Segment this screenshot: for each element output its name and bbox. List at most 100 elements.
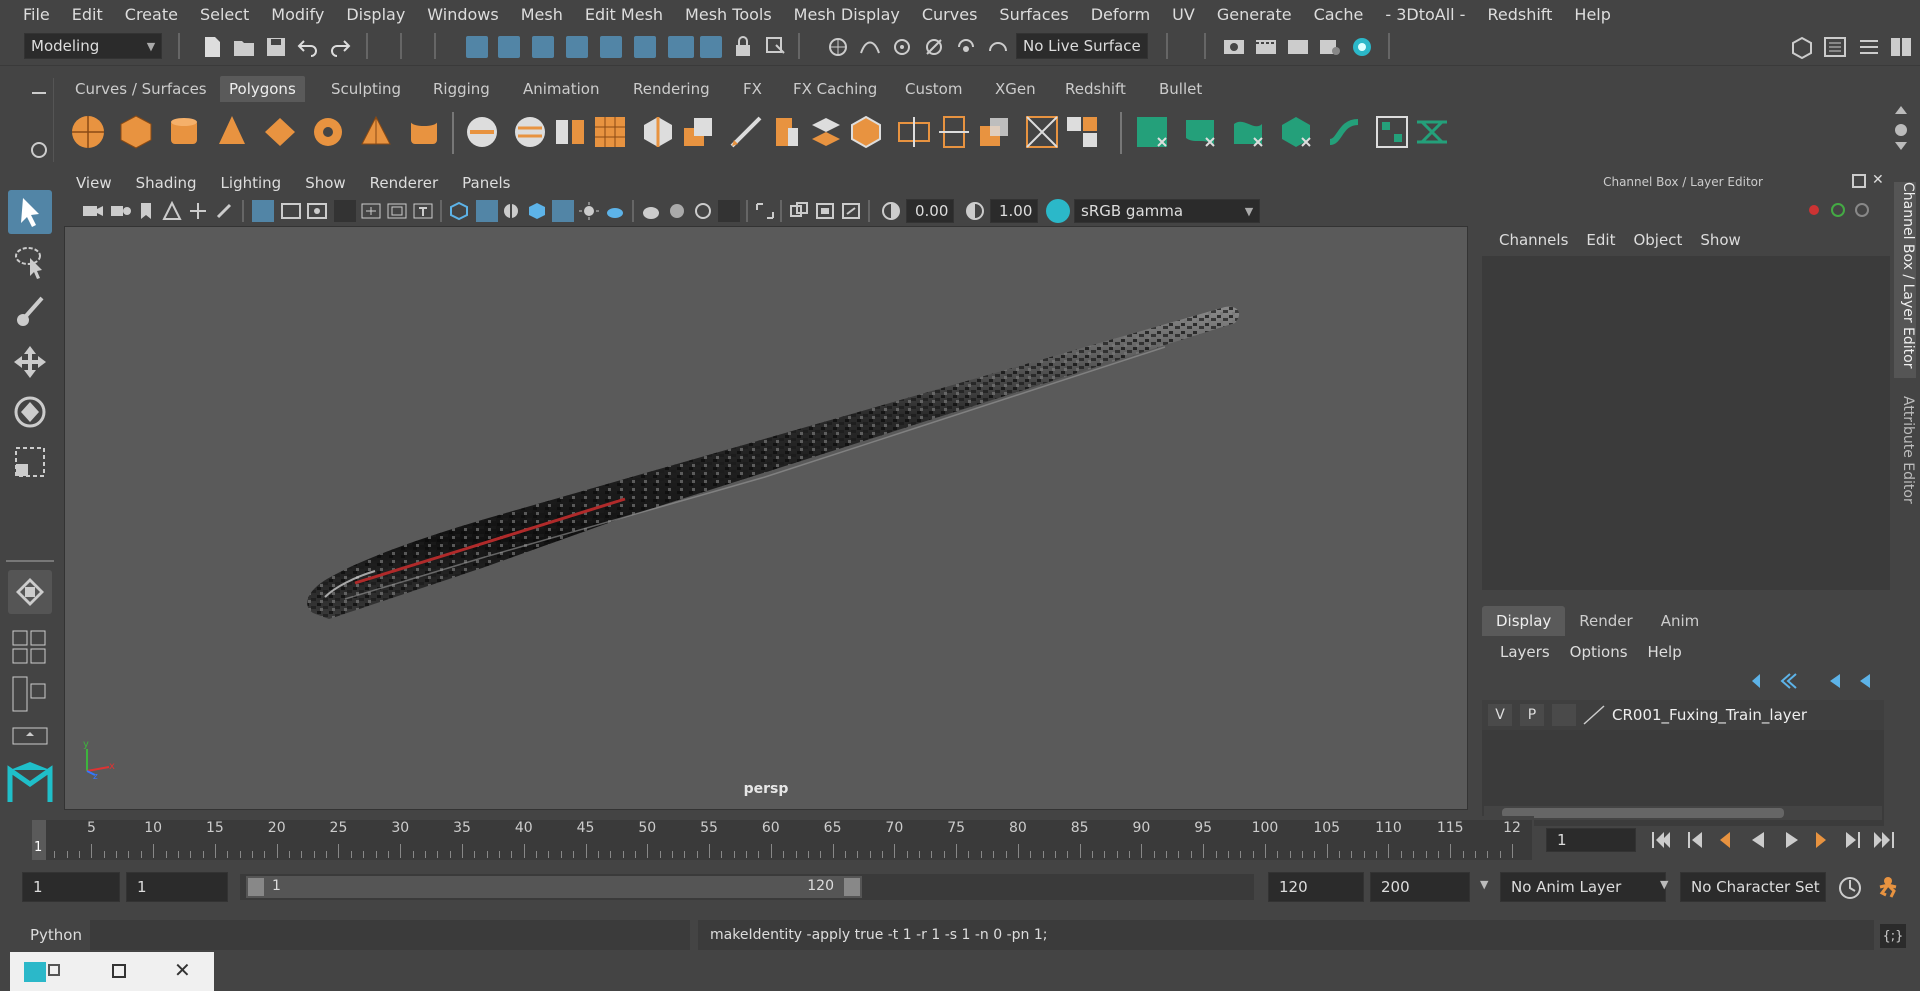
grid-toggle-icon[interactable] <box>252 200 274 222</box>
toggle-channel-box-icon[interactable] <box>1888 35 1914 59</box>
script-editor-icon[interactable]: {;} <box>1880 924 1906 948</box>
command-input[interactable] <box>90 920 690 950</box>
tab-channel-box-layer-editor[interactable]: Channel Box / Layer Editor <box>1894 182 1916 378</box>
gamma-icon[interactable] <box>964 201 986 221</box>
select-tool-button[interactable] <box>8 190 52 234</box>
shelf-tab-custom[interactable]: Custom <box>896 76 971 102</box>
shelf-tab-polygons[interactable]: Polygons <box>220 76 305 102</box>
uv-editor-icon[interactable] <box>848 114 884 150</box>
film-gate-icon[interactable] <box>280 201 302 221</box>
fill-hole-icon[interactable] <box>808 114 844 150</box>
extract-icon[interactable] <box>552 114 588 150</box>
gamma-field[interactable]: 1.00 <box>990 199 1038 223</box>
snap-to-view-plane-icon[interactable] <box>922 35 946 59</box>
range-slider-bar[interactable]: 1 120 <box>246 876 862 898</box>
select-surfaces-icon[interactable] <box>668 36 694 58</box>
viewport-menu-renderer[interactable]: Renderer <box>358 174 450 192</box>
shelf-tab-curves-surfaces[interactable]: Curves / Surfaces <box>66 76 216 102</box>
layer-name[interactable]: CR001_Fuxing_Train_layer <box>1612 706 1807 724</box>
select-by-hierarchy-icon[interactable] <box>466 36 488 58</box>
poly-torus-icon[interactable] <box>310 114 346 150</box>
layer-row[interactable]: V P CR001_Fuxing_Train_layer <box>1482 700 1884 730</box>
layout-single-button[interactable] <box>8 570 52 614</box>
shelf-tab-fx-caching[interactable]: FX Caching <box>784 76 886 102</box>
shelf-tab-fx[interactable]: FX <box>734 76 771 102</box>
animation-preferences-icon[interactable] <box>1872 872 1904 904</box>
rotate-tool-button[interactable] <box>8 390 52 434</box>
create-passive-collider-icon[interactable] <box>1230 114 1266 150</box>
viewport-menu-panels[interactable]: Panels <box>450 174 522 192</box>
ambient-occlusion-icon[interactable] <box>604 201 626 221</box>
shelf-tab-redshift[interactable]: Redshift <box>1056 76 1135 102</box>
live-surface-icon[interactable] <box>986 35 1010 59</box>
anim-layer-dropdown[interactable]: No Anim Layer <box>1500 872 1666 902</box>
render-view-icon[interactable] <box>1222 35 1246 59</box>
layer-playback-toggle[interactable]: P <box>1520 704 1544 726</box>
chevron-down-icon[interactable]: ▼ <box>1480 878 1494 894</box>
channel-menu-show[interactable]: Show <box>1691 231 1749 249</box>
create-ncloth-icon[interactable] <box>1182 114 1218 150</box>
field-chart-icon[interactable] <box>360 201 382 221</box>
shelf-tab-animation[interactable]: Animation <box>514 76 608 102</box>
save-scene-icon[interactable] <box>264 35 288 59</box>
train-model[interactable] <box>307 306 1240 619</box>
snap-to-point-icon[interactable] <box>890 35 914 59</box>
xray-joints-icon[interactable] <box>666 201 688 221</box>
open-scene-icon[interactable] <box>232 35 256 59</box>
use-all-lights-icon[interactable] <box>552 200 574 222</box>
minimized-window-bar[interactable]: ✕ <box>10 952 214 991</box>
shelf-tab-rigging[interactable]: Rigging <box>424 76 499 102</box>
poly-plane-icon[interactable] <box>262 114 298 150</box>
layout-stacked-button[interactable] <box>12 726 48 746</box>
menu-redshift[interactable]: Redshift <box>1476 5 1563 24</box>
create-nhair-icon[interactable] <box>1134 114 1170 150</box>
xray-components-icon[interactable] <box>692 201 714 221</box>
menu-help[interactable]: Help <box>1563 5 1621 24</box>
poly-cube-icon[interactable] <box>118 114 154 150</box>
gate-mask-icon[interactable] <box>334 200 356 222</box>
layer-menu-layers[interactable]: Layers <box>1490 643 1560 661</box>
range-end-handle[interactable] <box>844 878 860 896</box>
layer-menu-help[interactable]: Help <box>1638 643 1692 661</box>
extrude-icon[interactable] <box>680 114 716 150</box>
select-highlight-icon[interactable] <box>764 35 788 59</box>
float-panel-icon[interactable] <box>1852 174 1866 188</box>
shelf-tab-bullet[interactable]: Bullet <box>1150 76 1211 102</box>
move-tool-button[interactable] <box>8 340 52 384</box>
layer-type-toggle[interactable] <box>1552 704 1576 726</box>
scene-start-field[interactable]: 1 <box>22 872 120 902</box>
select-camera-icon[interactable] <box>754 201 776 221</box>
maximize-icon[interactable] <box>112 964 126 978</box>
create-nconstraint-icon[interactable] <box>1278 114 1314 150</box>
snap-to-grid-icon[interactable] <box>826 35 850 59</box>
select-joints-icon[interactable] <box>600 36 622 58</box>
menu-generate[interactable]: Generate <box>1206 5 1303 24</box>
menu-create[interactable]: Create <box>114 5 189 24</box>
bookmark-icon[interactable] <box>138 201 154 221</box>
bevel-icon[interactable] <box>768 114 804 150</box>
layout-four-pane-button[interactable] <box>12 630 48 666</box>
menu-mesh-tools[interactable]: Mesh Tools <box>674 5 783 24</box>
view-transform-dropdown[interactable]: sRGB gamma ▼ <box>1074 199 1260 223</box>
multi-cut-icon[interactable] <box>728 114 764 150</box>
viewport-menu-lighting[interactable]: Lighting <box>209 174 294 192</box>
xray-icon[interactable] <box>640 201 662 221</box>
smooth-shade-icon[interactable] <box>476 200 498 222</box>
exposure-field[interactable]: 0.00 <box>906 199 954 223</box>
select-by-component-icon[interactable] <box>532 36 554 58</box>
render-frame-icon[interactable] <box>1254 35 1278 59</box>
channel-menu-object[interactable]: Object <box>1624 231 1691 249</box>
playback-start-field[interactable]: 1 <box>126 872 228 902</box>
current-frame-field[interactable]: 1 <box>1546 828 1636 852</box>
viewport-menu-shading[interactable]: Shading <box>124 174 209 192</box>
channel-menu-channels[interactable]: Channels <box>1490 231 1577 249</box>
render-settings-icon[interactable] <box>1318 35 1342 59</box>
shelf-tab-sculpting[interactable]: Sculpting <box>322 76 410 102</box>
poly-pyramid-icon[interactable] <box>358 114 394 150</box>
menu-file[interactable]: File <box>12 5 61 24</box>
make-live-icon[interactable] <box>954 35 978 59</box>
playback-end-field[interactable]: 120 <box>1268 872 1364 902</box>
chevron-up-icon[interactable] <box>1895 106 1907 114</box>
menu-edit[interactable]: Edit <box>61 5 114 24</box>
menu-deform[interactable]: Deform <box>1080 5 1161 24</box>
